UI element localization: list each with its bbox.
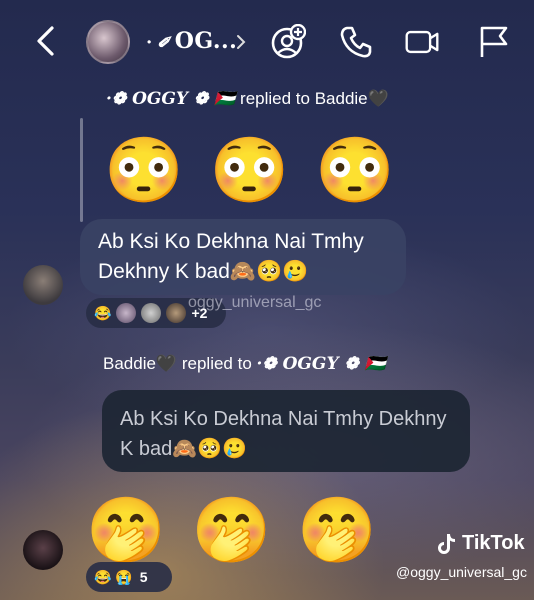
add-member-icon[interactable]: [270, 24, 306, 60]
tiktok-handle: @oggy_universal_gc: [396, 564, 527, 580]
reaction-count: 5: [139, 569, 148, 585]
emoji-message[interactable]: 🤭 🤭 🤭: [86, 498, 381, 562]
group-avatar[interactable]: [86, 20, 130, 64]
tiktok-logo: TikTok: [436, 532, 525, 555]
quoted-message[interactable]: Ab Ksi Ko Dekhna Nai Tmhy Dekhny K bad🙈🥺…: [102, 390, 470, 472]
reactor-avatar: [116, 303, 137, 323]
reply-mid: replied to: [181, 354, 252, 373]
back-icon[interactable]: [32, 24, 60, 58]
title-prefix: ·: [146, 32, 153, 53]
message-text: Ab Ksi Ko Dekhna Nai Tmhy Dekhny K bad🙈🥺…: [98, 230, 364, 283]
reply-header: Baddie🖤 replied to ·❁ OGGY ❁ 🇵🇸: [103, 354, 386, 374]
chat-title[interactable]: · ✐ OG...: [146, 28, 237, 54]
reply-from: Baddie🖤: [103, 354, 178, 373]
chevron-right-icon[interactable]: [234, 30, 248, 54]
reaction-emoji: 😂: [94, 304, 112, 321]
tiktok-icon: [438, 533, 455, 554]
reply-header: ·❁ OGGY ❁ 🇵🇸 replied to Baddie🖤: [106, 89, 389, 109]
reply-line: [80, 118, 83, 222]
reactor-avatar: [141, 303, 162, 323]
phone-icon[interactable]: [338, 24, 374, 60]
reply-to: ·❁ OGGY ❁ 🇵🇸: [256, 354, 386, 374]
reactions-bar[interactable]: 😂 😭 5: [86, 562, 172, 592]
sender-avatar[interactable]: [23, 530, 63, 570]
reply-from: ·❁ OGGY ❁ 🇵🇸: [106, 89, 236, 109]
sender-avatar[interactable]: [23, 265, 63, 305]
reactor-avatar: [166, 303, 187, 323]
reply-text: replied to Baddie🖤: [240, 89, 389, 108]
chat-header: · ✐ OG...: [0, 0, 534, 84]
title-name: OG...: [174, 28, 238, 54]
flag-icon[interactable]: [476, 24, 512, 60]
reaction-emojis: 😂 😭: [94, 568, 133, 585]
watermark-text: oggy_universal_gc: [188, 294, 322, 311]
quoted-text: Ab Ksi Ko Dekhna Nai Tmhy Dekhny K bad🙈🥺…: [120, 408, 447, 460]
tiktok-brand: TikTok: [462, 532, 525, 554]
video-icon[interactable]: [404, 24, 440, 60]
flower-icon: ✐: [156, 33, 171, 52]
message-bubble[interactable]: Ab Ksi Ko Dekhna Nai Tmhy Dekhny K bad🙈🥺…: [80, 219, 406, 295]
emoji-message[interactable]: 😳 😳 😳: [104, 138, 399, 202]
